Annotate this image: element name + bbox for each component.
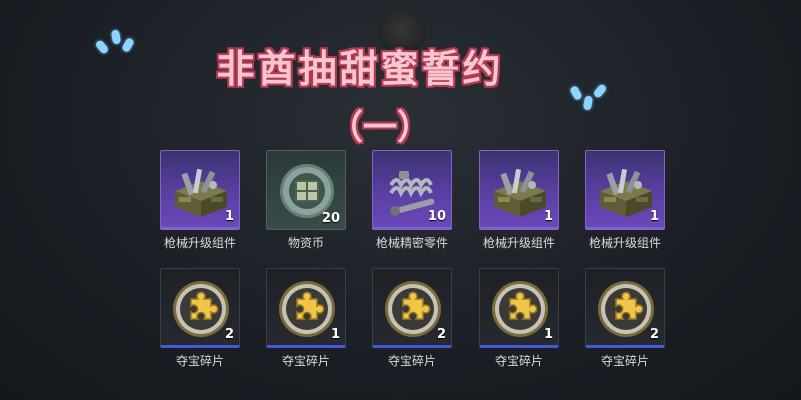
reward-item[interactable]: 1 枪械升级组件 — [479, 150, 559, 251]
overlay-title: 非酋抽甜蜜誓约 — [216, 47, 504, 91]
reward-slot[interactable]: 2 — [160, 268, 240, 348]
item-name: 夺宝碎片 — [281, 354, 330, 368]
item-name: 枪械精密零件 — [375, 236, 448, 250]
item-count: 2 — [224, 327, 234, 342]
reward-item[interactable]: 2 夺宝碎片 — [372, 268, 452, 369]
reward-item[interactable]: 2 夺宝碎片 — [160, 268, 240, 369]
reward-slot[interactable]: 10 — [372, 150, 452, 230]
reward-item[interactable]: 1 夺宝碎片 — [266, 268, 346, 369]
reward-slot[interactable]: 20 — [266, 150, 346, 230]
item-name: 夺宝碎片 — [387, 354, 436, 368]
item-name: 夺宝碎片 — [494, 354, 543, 368]
reward-slot[interactable]: 1 — [479, 150, 559, 230]
item-name: 夺宝碎片 — [175, 354, 224, 368]
reward-slot[interactable]: 1 — [160, 150, 240, 230]
reward-item[interactable]: 2 夺宝碎片 — [585, 268, 665, 369]
reward-item[interactable]: 20 物资币 — [266, 150, 346, 251]
item-name: 物资币 — [287, 236, 324, 250]
item-count: 2 — [649, 327, 659, 342]
item-count: 1 — [330, 327, 340, 342]
item-count: 2 — [436, 327, 446, 342]
item-count: 20 — [321, 211, 340, 226]
reward-slot[interactable]: 2 — [372, 268, 452, 348]
reward-slot[interactable]: 2 — [585, 268, 665, 348]
item-name: 夺宝碎片 — [600, 354, 649, 368]
item-count: 1 — [649, 209, 659, 224]
reward-slot[interactable]: 1 — [266, 268, 346, 348]
item-count: 1 — [543, 327, 553, 342]
item-count: 1 — [224, 209, 234, 224]
item-name: 枪械升级组件 — [588, 236, 661, 250]
reward-slot[interactable]: 1 — [585, 150, 665, 230]
overlay-subtitle: （一） — [329, 108, 431, 148]
reward-item[interactable]: 1 枪械升级组件 — [585, 150, 665, 251]
item-name: 枪械升级组件 — [163, 236, 236, 250]
reward-item[interactable]: 1 枪械升级组件 — [160, 150, 240, 251]
reward-item[interactable]: 10 枪械精密零件 — [372, 150, 452, 251]
item-count: 1 — [543, 209, 553, 224]
reward-item[interactable]: 1 夺宝碎片 — [479, 268, 559, 369]
reward-slot[interactable]: 1 — [479, 268, 559, 348]
item-count: 10 — [427, 209, 446, 224]
item-name: 枪械升级组件 — [482, 236, 555, 250]
